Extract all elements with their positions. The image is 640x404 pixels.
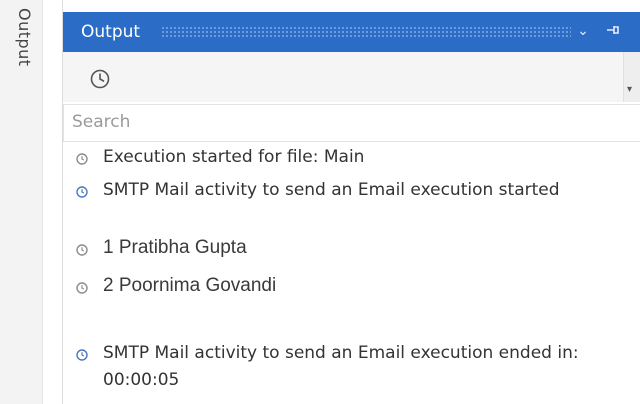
info-icon	[75, 184, 89, 198]
log-message: SMTP Mail activity to send an Email exec…	[103, 343, 579, 390]
trace-icon	[75, 242, 89, 256]
log-message: 2 Poornima Govandi	[103, 275, 277, 296]
pin-icon[interactable]	[601, 21, 625, 41]
panel-toolbar	[63, 52, 640, 102]
overflow-arrow-icon: ▾	[627, 84, 633, 95]
side-tab-label: Output	[15, 8, 34, 67]
title-bar-grip	[161, 26, 571, 38]
search-box[interactable]	[63, 104, 640, 142]
log-message: SMTP Mail activity to send an Email exec…	[103, 180, 560, 200]
panel-title: Output	[81, 22, 141, 42]
trace-icon	[75, 151, 89, 165]
search-input[interactable]	[64, 105, 612, 139]
clock-icon[interactable]	[89, 68, 111, 90]
log-message: Execution started for file: Main	[103, 147, 365, 167]
toolbar-overflow-button[interactable]: ▾	[623, 52, 640, 102]
output-side-tab[interactable]: Output	[0, 0, 43, 404]
log-message: 1 Pratibha Gupta	[103, 237, 247, 258]
panel-title-bar[interactable]: Output ⌄	[63, 12, 640, 52]
info-icon	[75, 347, 89, 361]
chevron-down-icon[interactable]: ⌄	[573, 21, 593, 41]
trace-icon	[75, 280, 89, 294]
output-panel: Output ⌄ ▾ Execution started for file: M…	[62, 0, 640, 404]
